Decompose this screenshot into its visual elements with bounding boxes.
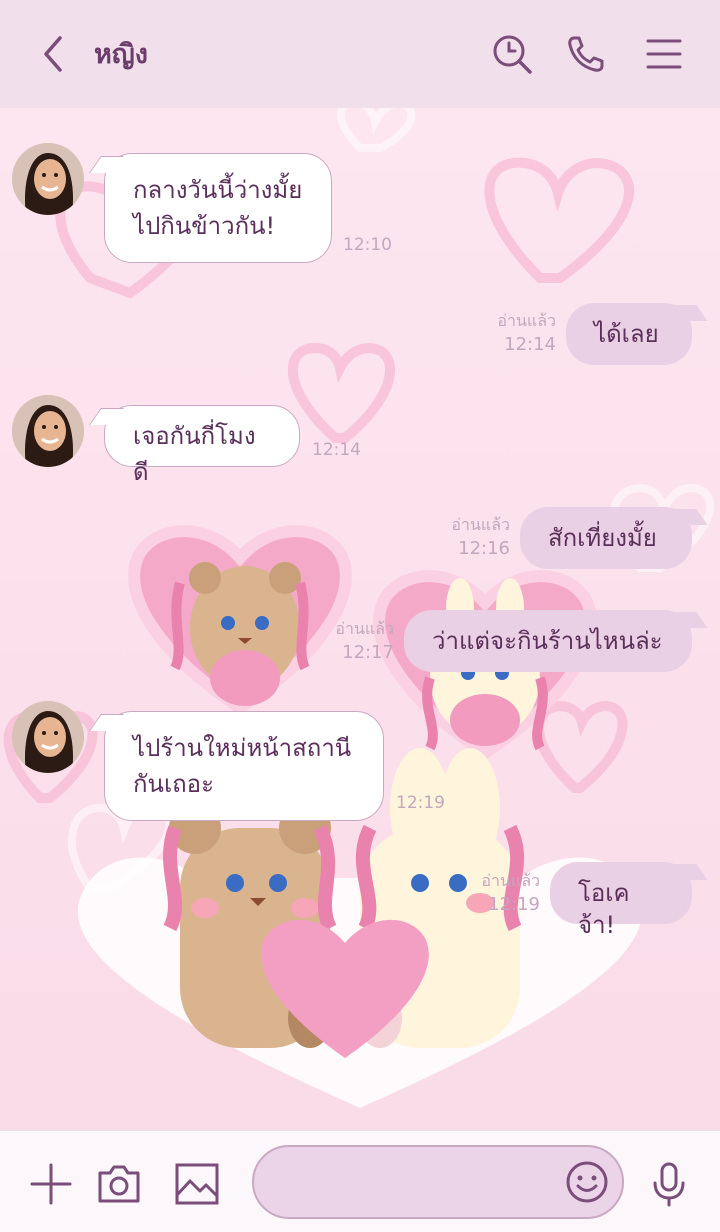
phone-icon[interactable] [564, 32, 608, 76]
contact-avatar[interactable] [12, 701, 84, 773]
read-receipt: อ่านแล้ว [497, 311, 556, 330]
camera-icon[interactable] [96, 1161, 142, 1207]
message-time: 12:17 [342, 642, 394, 663]
message-time: 12:16 [458, 538, 510, 559]
read-receipt: อ่านแล้ว [335, 619, 394, 638]
message-time: 12:14 [312, 440, 361, 460]
back-icon[interactable] [36, 34, 72, 74]
read-receipt: อ่านแล้ว [451, 515, 510, 534]
message-bubble-incoming[interactable]: กลางวันนี้ว่างมั้ย ไปกินข้าวกัน! [104, 153, 332, 263]
plus-icon[interactable] [28, 1161, 74, 1207]
chat-area[interactable]: กลางวันนี้ว่างมั้ย ไปกินข้าวกัน! 12:10 อ… [0, 108, 720, 1130]
message-time: 12:10 [343, 235, 392, 255]
message-meta: อ่านแล้ว 12:19 [464, 870, 540, 918]
message-bubble-incoming[interactable]: เจอกันกี่โมงดี [104, 405, 300, 486]
message-time: 12:19 [488, 894, 540, 915]
message-bubble-outgoing[interactable]: สักเที่ยงมั้ย [520, 507, 692, 569]
message-meta: อ่านแล้ว 12:17 [318, 618, 394, 666]
message-bubble-outgoing[interactable]: โอเคจ้า! [550, 862, 692, 939]
message-time: 12:14 [504, 334, 556, 355]
message-bubble-outgoing[interactable]: ว่าแต่จะกินร้านไหนล่ะ [404, 610, 692, 672]
read-receipt: อ่านแล้ว [481, 871, 540, 890]
message-time: 12:19 [396, 793, 445, 813]
image-icon[interactable] [174, 1161, 220, 1207]
message-meta: อ่านแล้ว 12:16 [434, 514, 510, 562]
message-bubble-incoming[interactable]: ไปร้านใหม่หน้าสถานี กันเถอะ [104, 711, 384, 821]
chat-header: หญิง [0, 0, 720, 108]
message-bubble-outgoing[interactable]: ได้เลย [566, 303, 692, 365]
menu-icon[interactable] [642, 32, 686, 76]
contact-avatar[interactable] [12, 143, 84, 215]
contact-avatar[interactable] [12, 395, 84, 467]
search-icon[interactable] [490, 32, 534, 76]
emoji-icon[interactable] [564, 1159, 610, 1205]
chat-title: หญิง [94, 39, 148, 70]
message-meta: อ่านแล้ว 12:14 [480, 310, 556, 358]
message-composer [0, 1130, 720, 1232]
mic-icon[interactable] [646, 1161, 692, 1207]
